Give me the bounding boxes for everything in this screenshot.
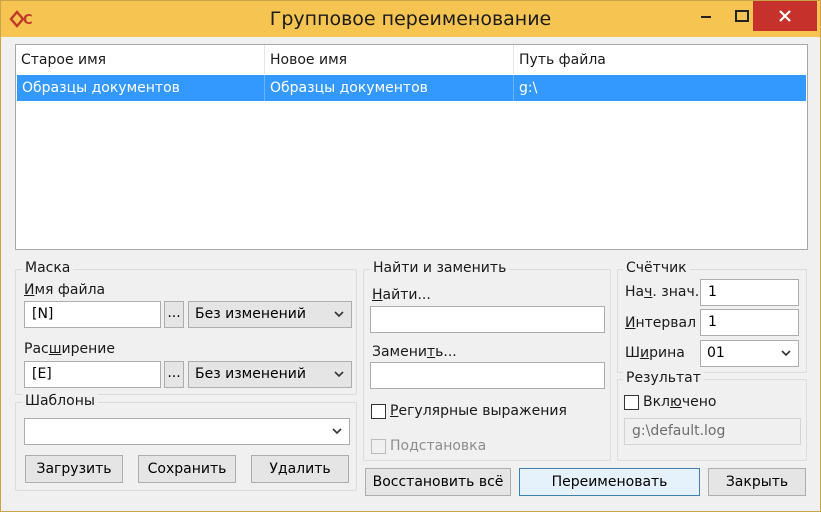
result-enabled-label: Включено [643, 394, 717, 410]
rename-dialog: C Групповое переименование Старое имя Но… [0, 0, 821, 512]
column-header-path[interactable]: Путь файла [514, 45, 807, 74]
load-template-button[interactable]: Загрузить [25, 455, 123, 483]
chevron-down-icon [781, 350, 791, 357]
substitution-checkbox[interactable] [371, 439, 386, 454]
filename-browse-button[interactable]: ... [164, 301, 184, 328]
maximize-icon [734, 10, 749, 22]
table-row[interactable]: Образцы документов Образцы документов g:… [17, 75, 806, 101]
extension-mask-input[interactable]: [E] [24, 361, 161, 388]
column-header-old-name[interactable]: Старое имя [16, 45, 265, 74]
extension-browse-button[interactable]: ... [164, 361, 184, 388]
close-icon [779, 10, 791, 22]
width-select[interactable]: 01 [700, 340, 799, 367]
counter-legend: Счётчик [623, 260, 690, 276]
mask-legend: Маска [22, 260, 74, 276]
delete-template-button[interactable]: Удалить [251, 455, 349, 483]
width-value: 01 [707, 345, 725, 361]
chevron-down-icon [334, 311, 344, 318]
filename-label: Имя файла [24, 282, 106, 298]
extension-label: Расширение [24, 341, 115, 357]
regex-checkbox[interactable] [371, 404, 386, 419]
cell-path: g:\ [519, 80, 538, 96]
cell-new-name: Образцы документов [265, 75, 514, 101]
result-enabled-checkbox[interactable] [624, 395, 639, 410]
filename-label-rest: мя файла [34, 282, 106, 298]
save-template-button[interactable]: Сохранить [138, 455, 236, 483]
result-legend: Результат [623, 370, 704, 386]
column-header-new-name[interactable]: Новое имя [265, 45, 514, 74]
templates-legend: Шаблоны [22, 393, 98, 409]
chevron-down-icon [332, 428, 342, 435]
templates-select[interactable] [24, 418, 350, 445]
regex-label: Регулярные выражения [390, 403, 567, 419]
minimize-icon [700, 16, 711, 18]
log-path-input[interactable]: g:\default.log [624, 418, 801, 445]
extension-case-select[interactable]: Без изменений [188, 361, 352, 388]
interval-input[interactable]: 1 [700, 309, 799, 336]
chevron-down-icon [334, 371, 344, 378]
start-value-label: Нач. знач. [625, 284, 700, 300]
substitution-label: Подстановка [390, 438, 487, 454]
start-value-input[interactable]: 1 [700, 279, 799, 306]
title-bar[interactable]: C Групповое переименование [1, 1, 820, 37]
filename-case-select[interactable]: Без изменений [188, 301, 352, 328]
restore-all-button[interactable]: Восстановить всё [365, 468, 511, 496]
rename-button[interactable]: Переименовать [519, 468, 700, 496]
replace-label: Заменить... [372, 344, 457, 360]
width-label: Ширина [625, 345, 685, 361]
find-input[interactable] [370, 306, 605, 333]
close-button[interactable]: Закрыть [708, 468, 806, 496]
cell-old-name: Образцы документов [17, 75, 265, 101]
interval-label: Интервал [625, 315, 697, 331]
filename-mask-input[interactable]: [N] [24, 301, 161, 328]
file-list[interactable]: Старое имя Новое имя Путь файла Образцы … [15, 44, 808, 250]
find-replace-legend: Найти и заменить [370, 260, 510, 276]
extension-case-value: Без изменений [195, 366, 306, 382]
close-window-button[interactable] [753, 1, 817, 31]
replace-input[interactable] [370, 362, 605, 389]
filename-case-value: Без изменений [195, 306, 306, 322]
find-label: Найти... [372, 287, 431, 303]
